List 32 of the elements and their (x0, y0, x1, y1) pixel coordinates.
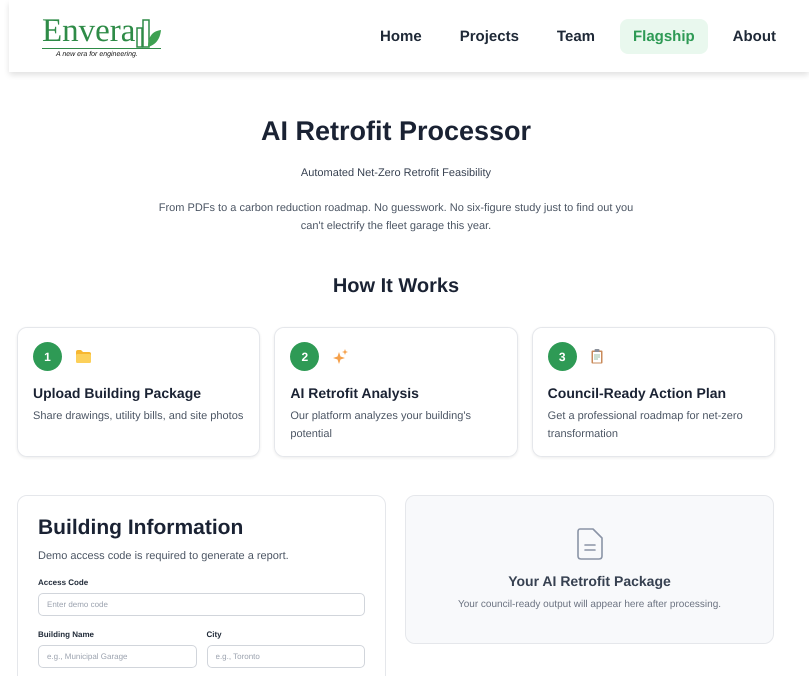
step-description: Get a professional roadmap for net-zero transformation (548, 409, 744, 442)
folder-icon (76, 350, 91, 363)
logo-wordmark: Envera (42, 14, 136, 48)
nav-link[interactable]: Home (367, 18, 435, 54)
step-title: Upload Building Package (33, 385, 202, 401)
step-number: 3 (548, 342, 577, 371)
step-title: Council-Ready Action Plan (548, 385, 728, 401)
step-description: Share drawings, utility bills, and site photos (33, 409, 244, 424)
nav-link[interactable]: Projects (446, 18, 532, 54)
step-description: Our platform analyzes your building's potential (290, 409, 472, 442)
input-field[interactable]: Enter demo code (38, 593, 365, 616)
page-description: From PDFs to a carbon reduction roadmap. No guesswork. No six-figure study just to find out you can't electrify the fleet garage this year. (158, 201, 634, 234)
nav-link[interactable]: About (720, 18, 789, 54)
page-subtitle: Automated Net-Zero Retrofit Feasibility (300, 167, 492, 179)
section-heading: How It Works (332, 275, 460, 298)
field-label: Access Code (38, 578, 90, 587)
document-icon (576, 528, 602, 560)
clipboard-icon (590, 349, 603, 364)
sparkle-icon (333, 349, 348, 364)
output-title: Your AI Retrofit Package (508, 573, 671, 589)
form-title: Building Information (38, 516, 244, 540)
field-label: Building Name (38, 630, 96, 639)
input-field[interactable]: e.g., Municipal Garage (38, 645, 196, 668)
step-title: AI Retrofit Analysis (290, 385, 420, 401)
field-label: City (206, 630, 223, 639)
form-note: Demo access code is required to generate a report. (38, 550, 290, 562)
page-title: AI Retrofit Processor (260, 116, 532, 147)
output-description: Your council-ready output will appear here after processing. (458, 599, 722, 610)
step-number: 1 (33, 342, 62, 371)
input-field[interactable]: e.g., Toronto (206, 645, 365, 668)
nav-link[interactable]: Team (544, 18, 608, 54)
step-number: 2 (290, 342, 320, 371)
